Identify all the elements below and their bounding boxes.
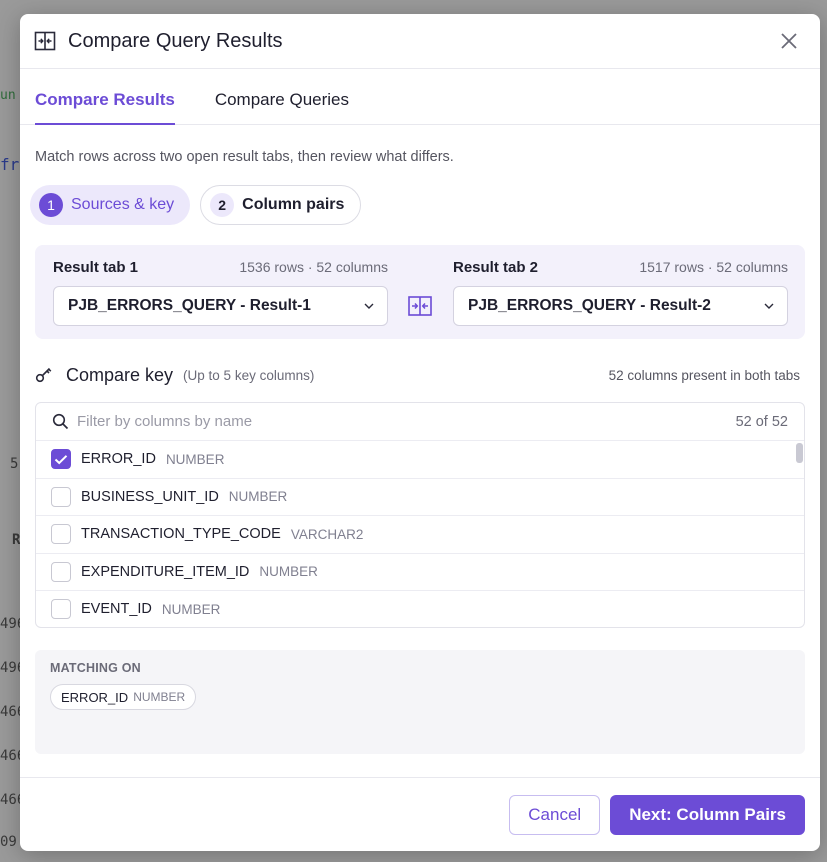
list-item[interactable]: EXPENDITURE_ITEM_ID NUMBER [36,554,804,591]
source-right: Result tab 2 1517 rows · 52 columns PJB_… [453,258,788,326]
matching-on-panel: MATCHING ON ERROR_ID NUMBER [35,650,805,754]
step-number: 2 [210,193,235,217]
tab-compare-queries[interactable]: Compare Queries [215,90,349,124]
checkbox[interactable] [51,599,71,620]
column-list-box: 52 of 52 ERROR_ID NUMBER BUSINESS_UNIT_I… [35,402,805,628]
select-value: PJB_ERRORS_QUERY - Result-2 [468,297,711,314]
scrollbar-thumb[interactable] [796,443,803,463]
step-column-pairs[interactable]: 2 Column pairs [200,185,362,225]
source-meta: 1517 rows · 52 columns [639,259,788,275]
chevron-down-icon [364,303,374,309]
swap-icon [408,296,432,316]
cancel-button[interactable]: Cancel [509,794,601,835]
compare-key-title: Compare key [66,364,174,385]
source-label: Result tab 1 [53,258,139,276]
list-item[interactable]: TRANSACTION_TYPE_CODE VARCHAR2 [36,516,804,554]
column-type: VARCHAR2 [290,526,364,542]
compare-key-header: Compare key (Up to 5 key columns) 52 col… [35,364,820,386]
bg-fragment: un [0,88,16,103]
list-item[interactable]: EVENT_ID NUMBER [36,591,804,627]
next-column-pairs-button[interactable]: Next: Column Pairs [610,794,805,835]
source-label: Result tab 2 [453,258,539,276]
wizard-steps: 1 Sources & key 2 Column pairs [30,185,820,225]
column-type: NUMBER [228,489,288,505]
checkbox[interactable] [51,524,71,545]
matching-on-label: MATCHING ON [50,661,141,675]
filter-count: 52 of 52 [735,413,788,430]
checkbox-checked[interactable] [51,449,71,470]
column-name: TRANSACTION_TYPE_CODE [81,526,281,543]
filter-columns-input[interactable] [77,413,736,430]
source-left: Result tab 1 1536 rows · 52 columns PJB_… [53,258,388,326]
chevron-down-icon [764,303,774,309]
select-value: PJB_ERRORS_QUERY - Result-1 [68,297,311,314]
column-list: ERROR_ID NUMBER BUSINESS_UNIT_ID NUMBER … [36,441,804,627]
swap-sources-button[interactable] [407,295,433,317]
step-sources-and-key[interactable]: 1 Sources & key [30,185,191,225]
checkbox[interactable] [51,486,71,507]
close-button[interactable] [774,26,804,56]
source-meta: 1536 rows · 52 columns [239,259,388,275]
intro-text: Match rows across two open result tabs, … [35,149,454,165]
list-item[interactable]: BUSINESS_UNIT_ID NUMBER [36,479,804,516]
dialog-tabs: Compare Results Compare Queries [20,69,820,125]
column-type: NUMBER [259,564,318,580]
tab-compare-results[interactable]: Compare Results [35,90,175,125]
step-label: Sources & key [71,196,175,213]
result-tab-2-select[interactable]: PJB_ERRORS_QUERY - Result-2 [453,286,788,326]
step-number: 1 [39,193,63,217]
result-tab-1-select[interactable]: PJB_ERRORS_QUERY - Result-1 [53,286,388,326]
columns-present-count: 52 columns present in both tabs [608,367,800,383]
bg-fragment: 09 [0,834,17,850]
checkbox[interactable] [51,561,71,582]
check-icon [54,454,68,465]
column-type: NUMBER [165,451,225,467]
column-name: ERROR_ID [81,451,156,468]
column-name: BUSINESS_UNIT_ID [81,488,219,505]
dialog-footer: Cancel Next: Column Pairs [20,777,820,851]
key-chip[interactable]: ERROR_ID NUMBER [50,684,197,710]
dialog-header: Compare Query Results [20,14,820,69]
dialog-title: Compare Query Results [68,29,283,52]
compare-key-hint: (Up to 5 key columns) [183,367,315,383]
filter-row: 52 of 52 [36,403,804,441]
list-item[interactable]: ERROR_ID NUMBER [36,441,804,479]
column-name: EXPENDITURE_ITEM_ID [81,563,250,580]
bg-fragment: 5 [10,456,19,472]
chip-name: ERROR_ID [61,689,129,705]
sources-panel: Result tab 1 1536 rows · 52 columns PJB_… [35,245,805,339]
compare-query-results-dialog: Compare Query Results Compare Results Co… [20,14,820,851]
close-icon [781,33,797,49]
chip-type: NUMBER [133,690,186,704]
compare-columns-icon [34,30,56,52]
column-name: EVENT_ID [81,601,152,618]
step-label: Column pairs [242,196,345,213]
scrollbar[interactable] [795,441,804,627]
bg-fragment: fr [0,155,20,174]
key-icon [35,366,53,384]
column-type: NUMBER [161,601,221,617]
search-icon [52,413,69,430]
